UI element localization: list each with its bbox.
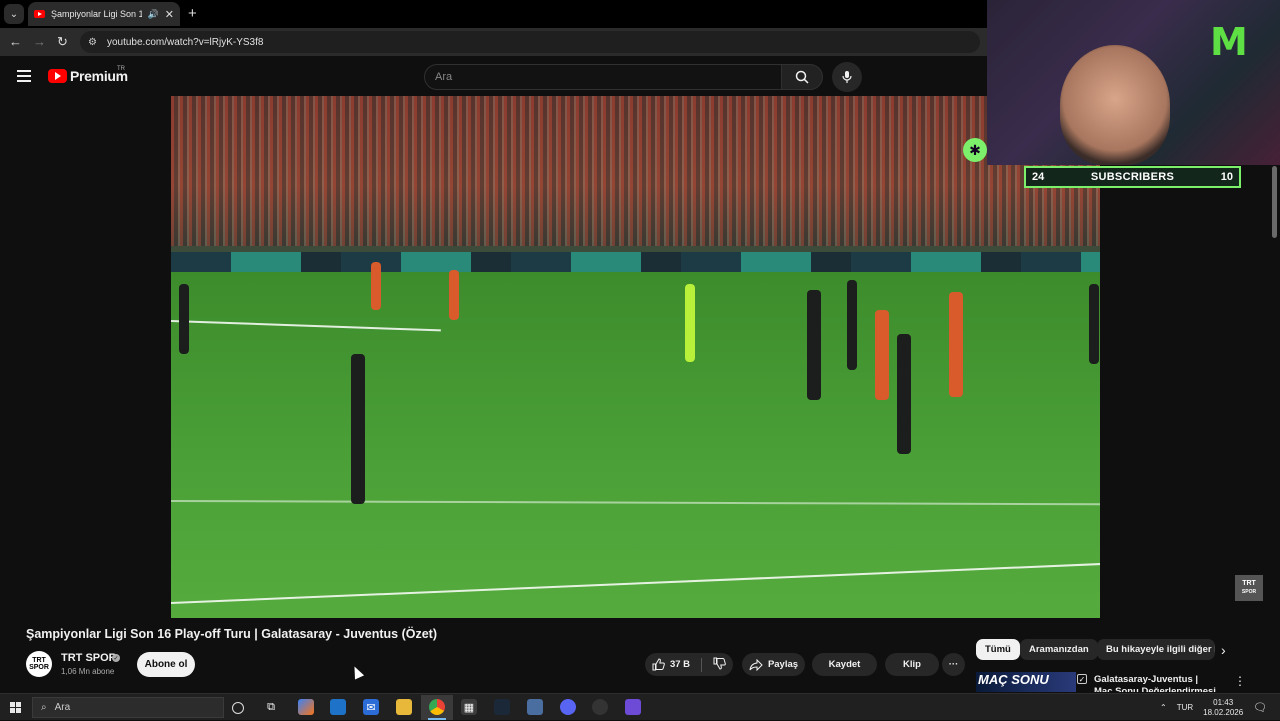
save-button[interactable]: Kaydet: [812, 653, 877, 676]
sub-count-left: 24: [1032, 171, 1045, 183]
steam-icon[interactable]: [494, 699, 510, 715]
channel-name[interactable]: TRT SPOR: [61, 652, 117, 664]
tab-audio-icon[interactable]: 🔊: [148, 9, 159, 20]
microphone-icon: [842, 71, 852, 83]
new-tab-icon[interactable]: +: [188, 5, 197, 22]
video-player[interactable]: [171, 96, 1100, 618]
recommended-thumbnail[interactable]: MAÇ SONU: [976, 672, 1076, 692]
task-view-icon[interactable]: ⧉: [263, 699, 279, 715]
thumbs-up-icon: [652, 658, 665, 671]
youtube-header: Premium TR Ara: [0, 56, 987, 96]
verified-check-icon: ✓: [112, 654, 120, 662]
clock-date: 18.02.2026: [1203, 707, 1244, 717]
app-icon-1[interactable]: [330, 699, 346, 715]
youtube-play-icon: [48, 69, 67, 83]
scrollbar-thumb[interactable]: [1272, 166, 1277, 238]
chip-all[interactable]: Tümü: [976, 639, 1020, 660]
search-placeholder: Ara: [435, 71, 453, 83]
menu-icon[interactable]: [17, 70, 31, 82]
windows-taskbar: ⌕ Ara ⧉ ✉ ▦ ⌃ TUR 01:43 18.02.2026 🗨: [0, 693, 1280, 720]
taskbar-search-label: Ara: [54, 702, 71, 713]
chrome-icon[interactable]: [429, 699, 445, 715]
football-pitch: [171, 262, 1100, 618]
notification-icon[interactable]: 🗨: [1253, 701, 1267, 714]
channel-avatar[interactable]: TRT SPOR: [26, 651, 52, 677]
share-button[interactable]: Paylaş: [742, 653, 805, 676]
country-code: TR: [117, 66, 125, 72]
browser-tab-strip: ⌄ Şampiyonlar Ligi Son 16 Play-off Turu …: [0, 0, 987, 28]
reload-icon[interactable]: ↻: [57, 34, 68, 50]
more-actions-button[interactable]: ···: [942, 653, 965, 676]
channel-watermark[interactable]: TRT SPOR: [1235, 575, 1263, 601]
back-icon[interactable]: ←: [9, 34, 22, 49]
search-icon: [795, 70, 809, 84]
chevron-right-icon[interactable]: ›: [1221, 642, 1226, 658]
share-icon: [749, 658, 763, 671]
checkbox-icon: ✓: [1077, 674, 1087, 684]
mail-icon[interactable]: ✉: [363, 699, 379, 715]
watermark-line2: SPOR: [1241, 589, 1257, 595]
subscriber-goal-bar: 24 SUBSCRIBERS 10: [1024, 166, 1241, 188]
streamer-face: [1060, 45, 1170, 165]
overlay-gear-icon: ✱: [963, 138, 987, 162]
tab-search-button[interactable]: ⌄: [4, 4, 24, 24]
recommended-title[interactable]: Galatasaray-Juventus | Maç Sonu Değerlen…: [1094, 674, 1219, 692]
chip-related-story[interactable]: Bu hikayeyle ilgili diğer k: [1097, 639, 1215, 660]
share-label: Paylaş: [767, 659, 799, 670]
monster-energy-logo: M: [1210, 20, 1248, 64]
dislike-button[interactable]: [713, 657, 726, 673]
like-count: 37 B: [669, 659, 691, 670]
store-icon[interactable]: ▦: [461, 699, 477, 715]
clip-label: Klip: [903, 659, 921, 670]
subscriber-count: 1,06 Mn abone: [61, 667, 115, 676]
sub-label: SUBSCRIBERS: [1090, 171, 1175, 183]
obs-icon[interactable]: [592, 699, 608, 715]
stadium-crowd: [171, 96, 1100, 246]
file-explorer-icon[interactable]: [396, 699, 412, 715]
save-label: Kaydet: [828, 659, 861, 670]
sub-count-right: 10: [1220, 171, 1233, 183]
youtube-favicon-icon: [34, 10, 45, 18]
cortana-icon[interactable]: [232, 702, 244, 714]
forward-icon[interactable]: →: [33, 34, 46, 49]
app-icon-2[interactable]: [527, 699, 543, 715]
chip-from-search[interactable]: Aramanızdan: [1020, 639, 1098, 660]
mouse-cursor-icon: [349, 664, 365, 680]
search-input[interactable]: Ara: [424, 64, 782, 90]
subscribe-button[interactable]: Abone ol: [137, 652, 195, 677]
url-text: youtube.com/watch?v=lRjyK-YS3f8: [106, 36, 264, 48]
like-button[interactable]: 37 B: [652, 658, 690, 671]
clock-time: 01:43: [1213, 697, 1234, 707]
video-title: Şampiyonlar Ligi Son 16 Play-off Turu | …: [26, 627, 437, 641]
more-icon: ···: [948, 659, 959, 670]
like-divider: [701, 657, 703, 672]
discord-icon[interactable]: [560, 699, 576, 715]
clock[interactable]: 01:43 18.02.2026: [1203, 698, 1243, 718]
advertising-boards: [171, 252, 1100, 272]
tab-title: Şampiyonlar Ligi Son 16 Play-off Turu | …: [51, 9, 142, 19]
system-tray: ⌃ TUR 01:43 18.02.2026 🗨: [1160, 694, 1267, 721]
taskbar-search-input[interactable]: ⌕ Ara: [32, 697, 224, 718]
voice-search-button[interactable]: [832, 62, 862, 92]
address-bar[interactable]: ⚙ youtube.com/watch?v=lRjyK-YS3f8: [80, 31, 980, 53]
search-icon: ⌕: [41, 702, 47, 713]
copilot-icon[interactable]: [298, 699, 314, 715]
search-button[interactable]: [781, 64, 823, 90]
browser-toolbar: ← → ↻ ⚙ youtube.com/watch?v=lRjyK-YS3f8: [0, 28, 987, 56]
language-indicator[interactable]: TUR: [1177, 703, 1193, 712]
windows-start-icon[interactable]: [10, 702, 21, 713]
chevron-up-icon[interactable]: ⌃: [1160, 703, 1167, 712]
tab-close-icon[interactable]: ✕: [165, 8, 174, 21]
browser-tab[interactable]: Şampiyonlar Ligi Son 16 Play-off Turu | …: [28, 2, 180, 26]
watermark-line1: TRT: [1242, 580, 1256, 587]
clip-button[interactable]: Klip: [885, 653, 939, 676]
thumbs-down-icon: [713, 657, 726, 670]
recommended-more-icon[interactable]: ⋮: [1234, 674, 1246, 688]
youtube-logo[interactable]: Premium: [48, 68, 128, 84]
site-info-icon[interactable]: ⚙: [88, 37, 97, 48]
like-dislike-group: 37 B: [645, 653, 733, 676]
app-icon-3[interactable]: [625, 699, 641, 715]
